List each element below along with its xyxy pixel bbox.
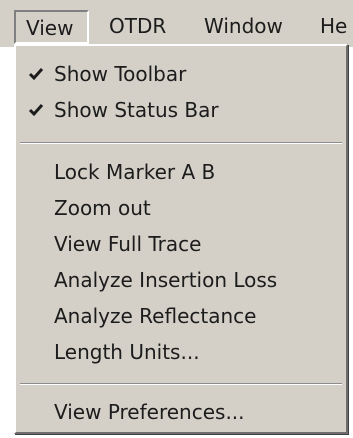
- menu-item-label: Show Status Bar: [54, 98, 219, 122]
- menu-bar: View OTDR Window He: [0, 0, 353, 47]
- menu-item-label: Zoom out: [54, 196, 151, 220]
- menu-separator: [20, 142, 342, 144]
- menu-item-view-preferences[interactable]: View Preferences...: [16, 396, 346, 428]
- menu-item-view-full-trace[interactable]: View Full Trace: [16, 228, 346, 260]
- menu-item-label: Lock Marker A B: [54, 160, 216, 184]
- menu-item-label: View Preferences...: [54, 400, 245, 424]
- menu-otdr[interactable]: OTDR: [109, 11, 166, 41]
- checkmark-icon: [28, 68, 44, 81]
- menu-item-label: Analyze Insertion Loss: [54, 268, 278, 292]
- menu-item-analyze-insertion-loss[interactable]: Analyze Insertion Loss: [16, 264, 346, 296]
- menu-item-analyze-reflectance[interactable]: Analyze Reflectance: [16, 300, 346, 332]
- menu-item-label: Length Units...: [54, 340, 200, 364]
- menu-item-zoom-out[interactable]: Zoom out: [16, 192, 346, 224]
- menu-item-show-status-bar[interactable]: Show Status Bar: [16, 94, 346, 126]
- menu-window[interactable]: Window: [204, 11, 283, 41]
- menu-item-label: Show Toolbar: [54, 62, 187, 86]
- menu-item-lock-marker[interactable]: Lock Marker A B: [16, 156, 346, 188]
- menu-help[interactable]: He: [320, 11, 347, 41]
- menu-item-show-toolbar[interactable]: Show Toolbar: [16, 58, 346, 90]
- menu-view[interactable]: View: [14, 10, 89, 44]
- menu-separator: [20, 383, 342, 385]
- menu-item-length-units[interactable]: Length Units...: [16, 336, 346, 368]
- menu-item-label: Analyze Reflectance: [54, 304, 257, 328]
- view-dropdown-menu: Show Toolbar Show Status Bar Lock Marker…: [14, 44, 348, 434]
- checkmark-icon: [28, 104, 44, 117]
- menu-item-label: View Full Trace: [54, 232, 202, 256]
